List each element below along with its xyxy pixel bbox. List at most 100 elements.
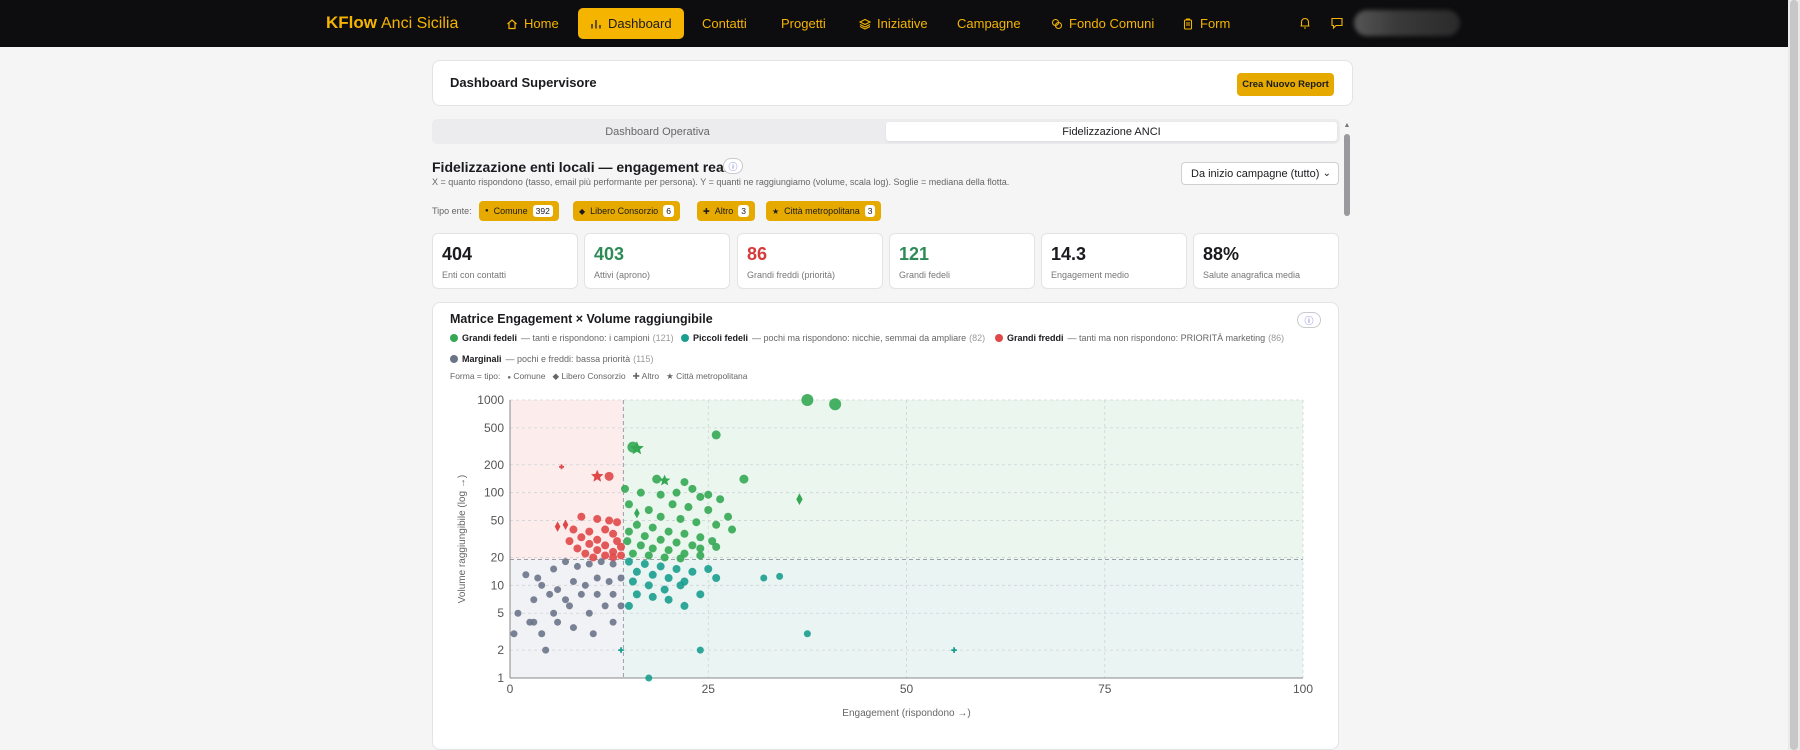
legend-desc: — tanti e rispondono: i campioni <box>521 333 650 343</box>
nav-form[interactable]: Form <box>1170 8 1242 39</box>
nav-home[interactable]: Home <box>494 8 571 39</box>
data-point-marginali <box>573 562 581 570</box>
data-point-marginali <box>546 590 554 598</box>
filter-chip-citta-metropolitana[interactable]: ★ Città metropolitana 3 <box>766 201 882 221</box>
scatter-chart[interactable]: 0 25 50 75 1001251020501002005001000Engageme… <box>440 385 1320 730</box>
legend-count: (86) <box>1268 333 1285 343</box>
home-icon <box>507 18 517 29</box>
kpi-label: Enti con contatti <box>442 270 507 280</box>
chart-info-icon[interactable]: ⓘ <box>1297 312 1321 328</box>
legend-item-grandi-freddi[interactable]: Grandi freddi — tanti ma non rispondono:… <box>995 333 1284 343</box>
data-point-piccoli-fedeli <box>624 601 633 610</box>
nav-campagne[interactable]: Campagne <box>945 8 1033 39</box>
shape-label: Città metropolitana <box>676 371 748 381</box>
data-point-marginali <box>617 602 625 610</box>
content-scrollbar-thumb[interactable] <box>1344 134 1350 216</box>
data-point-grandi-freddi <box>589 553 598 562</box>
data-point-marginali <box>538 581 546 589</box>
kpi-card: 404 Enti con contatti <box>432 233 578 289</box>
data-point-grandi-fedeli <box>624 527 633 536</box>
y-tick-label: 500 <box>484 421 504 435</box>
legend-count: (115) <box>633 354 654 364</box>
y-tick-label: 2 <box>497 643 504 657</box>
data-point-marginali <box>550 609 558 617</box>
plus-icon: ✚ <box>632 371 640 381</box>
data-point-grandi-fedeli <box>623 537 632 546</box>
data-point-grandi-freddi <box>573 544 582 553</box>
nav-form-label: Form <box>1200 16 1231 31</box>
data-point-marginali <box>585 560 593 568</box>
filter-chip-altro[interactable]: ✚ Altro 3 <box>697 201 755 221</box>
kpi-label: Grandi fedeli <box>899 270 951 280</box>
legend-item-marginali[interactable]: Marginali — pochi e freddi: bassa priori… <box>450 354 653 364</box>
kpi-value: 121 <box>899 244 930 264</box>
create-report-button[interactable]: Crea Nuovo Report <box>1237 73 1334 96</box>
nav-progetti[interactable]: Progetti <box>769 8 838 39</box>
data-point-grandi-fedeli <box>704 506 713 515</box>
data-point-grandi-fedeli <box>680 478 689 487</box>
x-tick-label: 75 <box>1098 682 1112 696</box>
data-point-piccoli-fedeli <box>664 573 673 582</box>
data-point-marginali <box>593 590 601 598</box>
data-point-grandi-fedeli <box>644 551 653 560</box>
page-title: Dashboard Supervisore <box>450 75 597 90</box>
nav-contatti[interactable]: Contatti <box>690 8 759 39</box>
chip-count: 6 <box>663 205 674 217</box>
brand-logo[interactable]: KFlow Anci Sicilia <box>326 13 458 33</box>
page-scrollbar[interactable] <box>1788 0 1800 750</box>
data-point-grandi-fedeli <box>688 484 697 493</box>
shape-legend-comune: ● Comune <box>507 371 545 382</box>
legend-item-piccoli-fedeli[interactable]: Piccoli fedeli — pochi ma rispondono: ni… <box>681 333 985 343</box>
chip-count: 3 <box>738 205 749 217</box>
data-point-marginali <box>510 630 518 638</box>
content-scrollbar[interactable]: ▲ <box>1343 122 1351 747</box>
nav-fondo-comuni[interactable]: Fondo Comuni <box>1039 8 1166 39</box>
shape-label: Comune <box>513 371 546 381</box>
data-point-marginali <box>514 609 522 617</box>
nav-dashboard[interactable]: Dashboard <box>578 8 684 39</box>
data-point-grandi-freddi <box>617 542 626 551</box>
tab-fidelizzazione-anci[interactable]: Fidelizzazione ANCI <box>886 122 1337 141</box>
top-navbar: KFlow Anci Sicilia Home Dashboard Contatt… <box>0 0 1800 47</box>
user-menu[interactable] <box>1354 10 1460 36</box>
filter-chip-libero-consorzio[interactable]: ◆ Libero Consorzio 6 <box>573 201 680 221</box>
data-point-grandi-fedeli <box>672 538 681 547</box>
data-point-grandi-fedeli <box>696 544 705 553</box>
filter-chip-comune[interactable]: ● Comune 392 <box>479 201 559 221</box>
nav-iniziative[interactable]: Iniziative <box>847 8 940 39</box>
data-point-grandi-fedeli <box>712 520 721 529</box>
data-point-piccoli-fedeli <box>648 592 657 601</box>
nav-dashboard-label: Dashboard <box>608 16 672 31</box>
page-scrollbar-thumb[interactable] <box>1790 0 1798 750</box>
data-point-marginali <box>550 565 558 573</box>
kpi-label: Attivi (aprono) <box>594 270 651 280</box>
data-point-piccoli-fedeli <box>632 567 641 576</box>
diamond-icon: ◆ <box>552 371 559 381</box>
data-point-piccoli-fedeli <box>640 559 649 568</box>
data-point-grandi-fedeli <box>696 533 705 542</box>
kpi-card: 86 Grandi freddi (priorità) <box>737 233 883 289</box>
data-point-marginali <box>577 590 585 598</box>
data-point-grandi-fedeli <box>696 551 705 560</box>
diamond-icon: ◆ <box>579 206 586 216</box>
data-point-marginali <box>542 646 550 654</box>
info-icon[interactable]: ⓘ <box>723 158 743 174</box>
circle-icon: ● <box>485 208 489 214</box>
tab-dashboard-operativa[interactable]: Dashboard Operativa <box>435 122 880 141</box>
period-select[interactable]: Da inizio campagne (tutto) ⌄ <box>1181 162 1339 185</box>
star-icon: ★ <box>666 371 674 381</box>
data-point-piccoli-fedeli <box>660 585 669 594</box>
bell-icon[interactable] <box>1298 16 1312 30</box>
kpi-card: 121 Grandi fedeli <box>889 233 1035 289</box>
data-point-grandi-freddi <box>593 546 602 555</box>
message-icon[interactable] <box>1330 16 1344 30</box>
shape-legend-libero-consorzio: ◆ Libero Consorzio <box>552 371 625 382</box>
data-point-piccoli-fedeli <box>632 590 641 599</box>
brand-name: KFlow <box>326 13 377 32</box>
filter-label: Tipo ente: <box>432 206 472 216</box>
scroll-up-icon[interactable]: ▲ <box>1343 122 1351 130</box>
kpi-label: Salute anagrafica media <box>1203 270 1301 280</box>
coins-icon <box>1051 18 1063 29</box>
legend-item-grandi-fedeli[interactable]: Grandi fedeli — tanti e rispondono: i ca… <box>450 333 674 343</box>
data-point-grandi-freddi <box>601 541 610 550</box>
